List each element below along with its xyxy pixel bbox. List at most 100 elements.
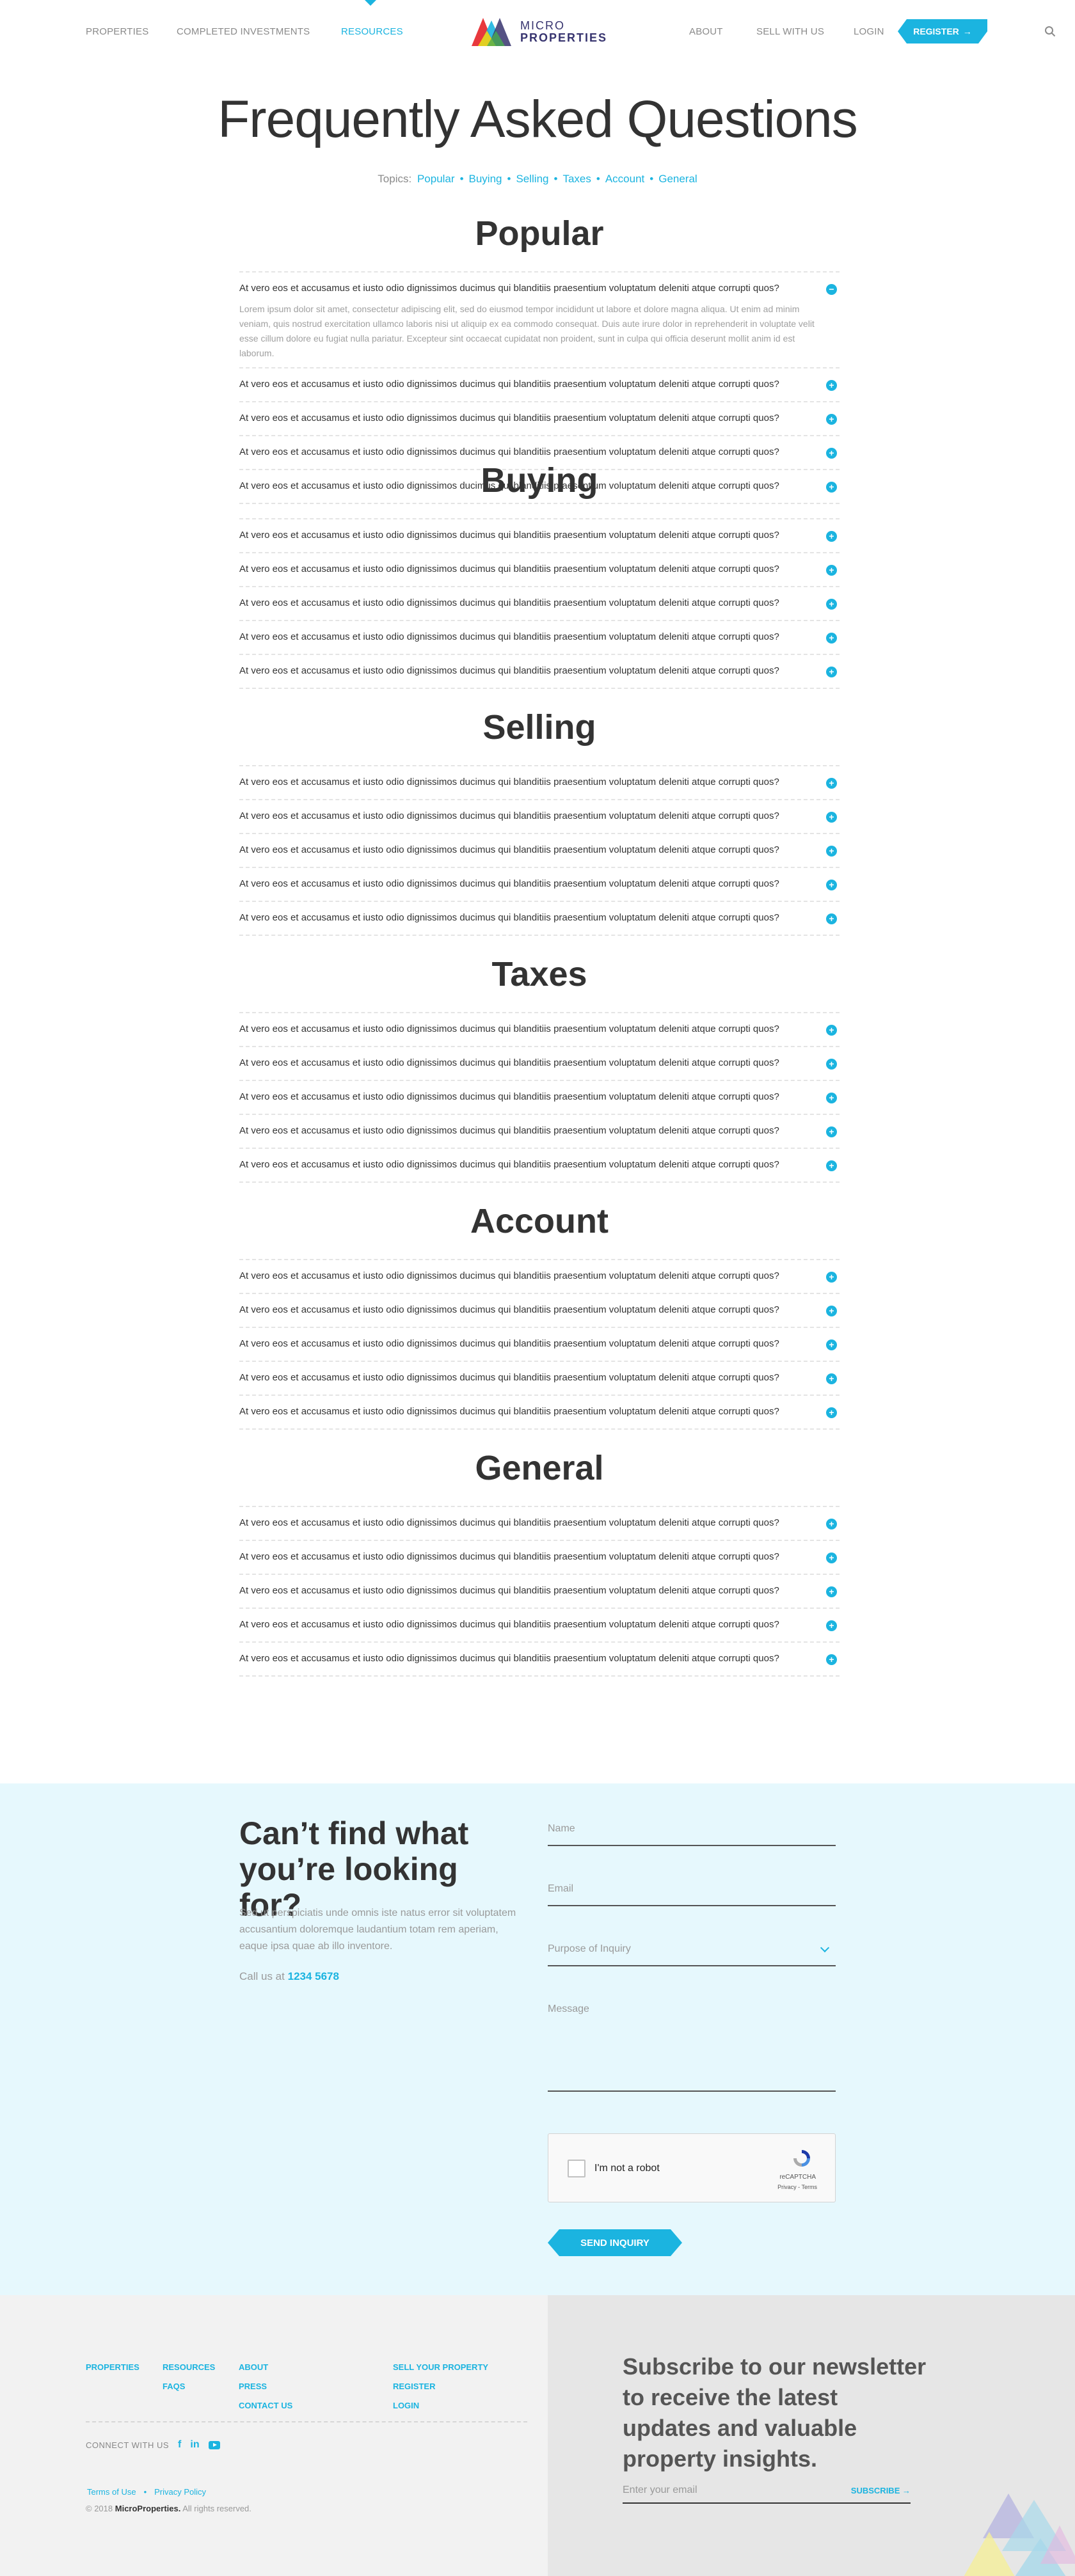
expand-icon[interactable]: + (826, 1093, 837, 1103)
faq-item[interactable]: At vero eos et accusamus et iusto odio d… (239, 519, 840, 553)
faq-item[interactable]: At vero eos et accusamus et iusto odio d… (239, 1294, 840, 1328)
expand-icon[interactable]: + (826, 1586, 837, 1597)
facebook-icon[interactable]: f (178, 2439, 181, 2451)
topic-link-selling[interactable]: Selling (516, 173, 548, 185)
expand-icon[interactable]: + (826, 565, 837, 576)
page-title: Frequently Asked Questions (218, 90, 858, 148)
expand-icon[interactable]: + (826, 1553, 837, 1563)
newsletter-email-input[interactable]: Enter your email SUBSCRIBE → (623, 2478, 911, 2504)
faq-item[interactable]: At vero eos et accusamus et iusto odio d… (239, 800, 840, 834)
faq-item[interactable]: At vero eos et accusamus et iusto odio d… (239, 1260, 840, 1294)
expand-icon[interactable]: + (826, 1272, 837, 1283)
faq-item[interactable]: At vero eos et accusamus et iusto odio d… (239, 553, 840, 587)
footer-link-register[interactable]: REGISTER (393, 2377, 488, 2396)
site-logo[interactable]: MICRO PROPERTIES (470, 15, 607, 49)
faq-item[interactable]: At vero eos et accusamus et iusto odio d… (239, 1013, 840, 1047)
email-field[interactable]: Email (548, 1876, 836, 1906)
expand-icon[interactable]: + (826, 1306, 837, 1316)
nav-login[interactable]: LOGIN (854, 26, 884, 37)
linkedin-icon[interactable]: in (190, 2439, 199, 2451)
faq-question: At vero eos et accusamus et iusto odio d… (239, 379, 779, 390)
faq-item[interactable]: At vero eos et accusamus et iusto odio d… (239, 1149, 840, 1183)
footer-link-sell-your-property[interactable]: SELL YOUR PROPERTY (393, 2358, 488, 2377)
faq-item[interactable]: At vero eos et accusamus et iusto odio d… (239, 1328, 840, 1362)
faq-item[interactable]: At vero eos et accusamus et iusto odio d… (239, 1115, 840, 1149)
nav-completed-investments[interactable]: COMPLETED INVESTMENTS (177, 26, 310, 37)
expand-icon[interactable]: + (826, 1373, 837, 1384)
footer-link-faqs[interactable]: FAQs (163, 2377, 215, 2396)
expand-icon[interactable]: + (826, 599, 837, 610)
expand-icon[interactable]: + (826, 913, 837, 924)
recaptcha-checkbox[interactable] (568, 2160, 585, 2177)
expand-icon[interactable]: + (826, 778, 837, 789)
topic-link-taxes[interactable]: Taxes (562, 173, 591, 185)
expand-icon[interactable]: + (826, 880, 837, 890)
topic-link-account[interactable]: Account (605, 173, 644, 185)
faq-item[interactable]: At vero eos et accusamus et iusto odio d… (239, 587, 840, 621)
expand-icon[interactable]: + (826, 1654, 837, 1665)
nav-sell-with-us[interactable]: SELL WITH US (756, 26, 824, 37)
faq-item[interactable]: At vero eos et accusamus et iusto odio d… (239, 868, 840, 902)
purpose-select[interactable]: Purpose of Inquiry (548, 1936, 836, 1966)
message-field[interactable]: Message (548, 1996, 836, 2092)
faq-item[interactable]: At vero eos et accusamus et iusto odio d… (239, 1081, 840, 1115)
faq-item[interactable]: At vero eos et accusamus et iusto odio d… (239, 1507, 840, 1541)
footer-link-contact-us[interactable]: CONTACT US (239, 2396, 292, 2415)
nav-properties[interactable]: PROPERTIES (86, 26, 148, 37)
expand-icon[interactable]: + (826, 1620, 837, 1631)
nav-resources[interactable]: RESOURCES (341, 26, 403, 37)
expand-icon[interactable]: + (826, 812, 837, 823)
privacy-link[interactable]: Privacy Policy (154, 2487, 206, 2497)
youtube-icon[interactable] (208, 2440, 220, 2449)
recaptcha-links[interactable]: Privacy - Terms (777, 2184, 817, 2190)
faq-item[interactable]: At vero eos et accusamus et iusto odio d… (239, 402, 840, 436)
expand-icon[interactable]: + (826, 531, 837, 542)
expand-icon[interactable]: + (826, 1126, 837, 1137)
faq-item[interactable]: At vero eos et accusamus et iusto odio d… (239, 1575, 840, 1609)
expand-icon[interactable]: + (826, 1160, 837, 1171)
faq-question: At vero eos et accusamus et iusto odio d… (239, 413, 779, 423)
phone-link[interactable]: 1234 5678 (288, 1970, 339, 1982)
expand-icon[interactable]: + (826, 1025, 837, 1036)
send-inquiry-button[interactable]: SEND INQUIRY (548, 2229, 682, 2256)
faq-item[interactable]: At vero eos et accusamus et iusto odio d… (239, 834, 840, 868)
search-icon[interactable] (1044, 26, 1056, 37)
nav-about[interactable]: ABOUT (689, 26, 723, 37)
faq-item[interactable]: At vero eos et accusamus et iusto odio d… (239, 368, 840, 402)
footer-link-press[interactable]: PRESS (239, 2377, 292, 2396)
faq-item[interactable]: At vero eos et accusamus et iusto odio d… (239, 1541, 840, 1575)
footer-link-resources[interactable]: RESOURCES (163, 2358, 215, 2377)
expand-icon[interactable]: + (826, 414, 837, 425)
faq-item[interactable]: At vero eos et accusamus et iusto odio d… (239, 766, 840, 800)
footer-link-login[interactable]: LOGIN (393, 2396, 488, 2415)
expand-icon[interactable]: + (826, 667, 837, 677)
faq-item[interactable]: At vero eos et accusamus et iusto odio d… (239, 1047, 840, 1081)
expand-icon[interactable]: + (826, 1339, 837, 1350)
topic-link-popular[interactable]: Popular (417, 173, 455, 185)
register-button[interactable]: REGISTER → (898, 19, 987, 43)
register-label: REGISTER (913, 26, 959, 36)
footer-link-properties[interactable]: PROPERTIES (86, 2358, 139, 2377)
faq-item[interactable]: At vero eos et accusamus et iusto odio d… (239, 621, 840, 655)
faq-item[interactable]: At vero eos et accusamus et iusto odio d… (239, 273, 840, 368)
expand-icon[interactable]: + (826, 380, 837, 391)
name-field[interactable]: Name (548, 1815, 836, 1846)
expand-icon[interactable]: + (826, 1519, 837, 1529)
expand-icon[interactable]: + (826, 633, 837, 644)
topic-link-buying[interactable]: Buying (469, 173, 502, 185)
faq-item[interactable]: At vero eos et accusamus et iusto odio d… (239, 1396, 840, 1430)
subscribe-button[interactable]: SUBSCRIBE → (851, 2486, 911, 2495)
topic-link-general[interactable]: General (658, 173, 697, 185)
faq-item[interactable]: At vero eos et accusamus et iusto odio d… (239, 1609, 840, 1643)
expand-icon[interactable]: + (826, 1059, 837, 1070)
faq-item[interactable]: At vero eos et accusamus et iusto odio d… (239, 655, 840, 689)
expand-icon[interactable]: + (826, 448, 837, 459)
faq-item[interactable]: At vero eos et accusamus et iusto odio d… (239, 902, 840, 936)
footer-link-about[interactable]: ABOUT (239, 2358, 292, 2377)
terms-link[interactable]: Terms of Use (87, 2487, 136, 2497)
collapse-icon[interactable]: − (826, 284, 837, 295)
expand-icon[interactable]: + (826, 1407, 837, 1418)
faq-item[interactable]: At vero eos et accusamus et iusto odio d… (239, 1362, 840, 1396)
faq-item[interactable]: At vero eos et accusamus et iusto odio d… (239, 1643, 840, 1677)
expand-icon[interactable]: + (826, 846, 837, 857)
